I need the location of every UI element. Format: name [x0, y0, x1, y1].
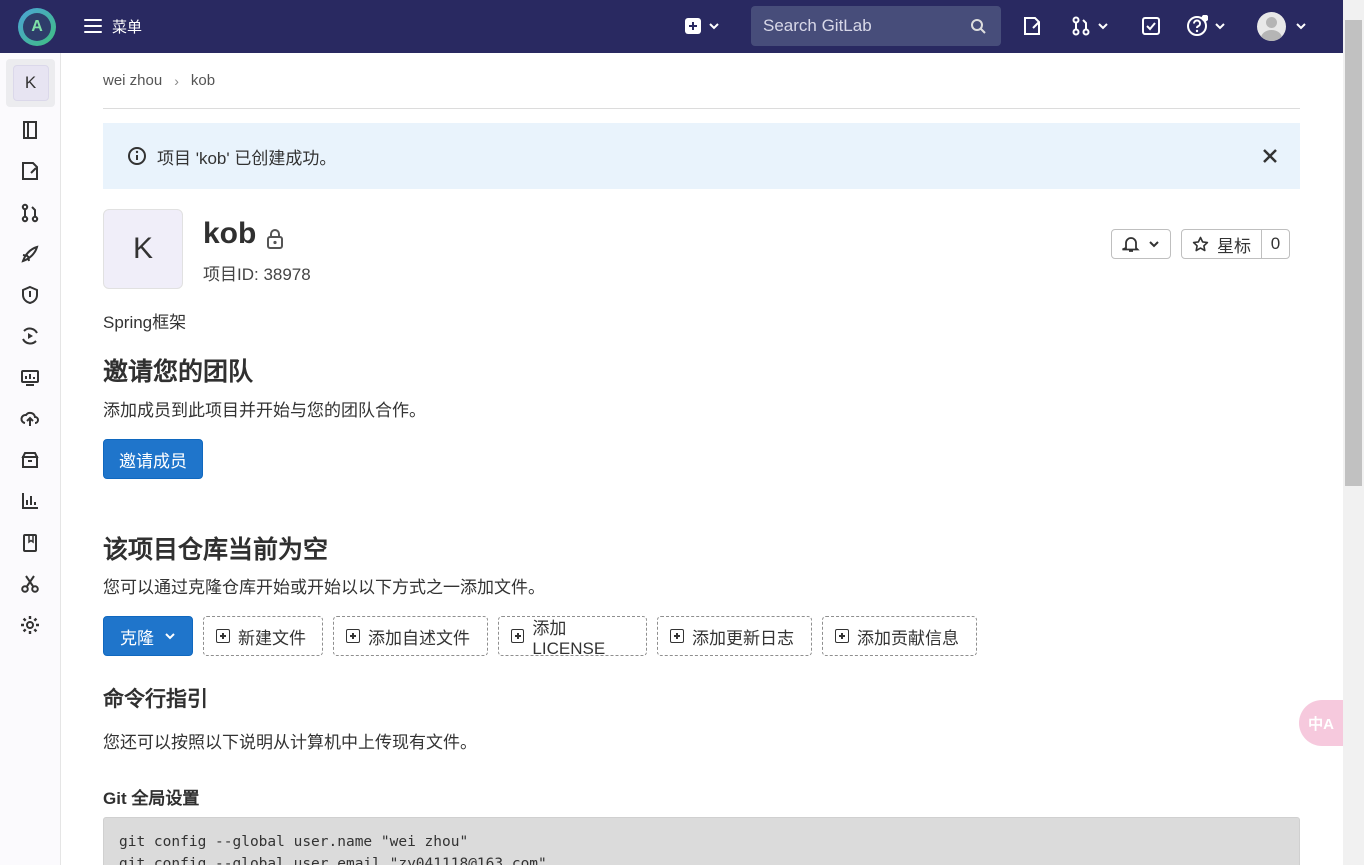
- git-config-code-block[interactable]: git config --global user.name "wei zhou"…: [103, 817, 1300, 865]
- plus-square-icon: [670, 629, 684, 643]
- success-alert: 项目 'kob' 已创建成功。: [103, 123, 1300, 189]
- project-sidebar: K: [0, 53, 61, 865]
- analytics-chart-icon[interactable]: [19, 490, 41, 512]
- invite-heading: 邀请您的团队: [103, 358, 254, 386]
- chevron-down-icon: [709, 23, 719, 30]
- help-dropdown[interactable]: [1186, 14, 1226, 38]
- plus-square-icon: [835, 629, 849, 643]
- add-changelog-button[interactable]: 添加更新日志: [657, 616, 812, 656]
- menu-button[interactable]: 菜单: [84, 13, 142, 39]
- notification-dropdown[interactable]: [1111, 229, 1171, 259]
- star-count[interactable]: 0: [1262, 230, 1289, 258]
- add-contributing-button[interactable]: 添加贡献信息: [822, 616, 977, 656]
- star-icon: [1192, 236, 1209, 251]
- new-file-button[interactable]: 新建文件: [203, 616, 323, 656]
- lock-icon: [267, 229, 283, 249]
- cli-heading: 命令行指引: [103, 688, 208, 711]
- merge-request-icon: [1072, 16, 1090, 36]
- breadcrumb-project-link[interactable]: kob: [191, 72, 215, 89]
- hamburger-icon: [84, 19, 102, 33]
- package-icon[interactable]: [19, 449, 41, 471]
- deployments-icon[interactable]: [19, 325, 41, 347]
- search-box[interactable]: [751, 6, 1001, 46]
- merge-request-icon[interactable]: [19, 202, 41, 224]
- cli-text: 您还可以按照以下说明从计算机中上传现有文件。: [103, 733, 477, 752]
- close-icon[interactable]: [1260, 146, 1280, 166]
- git-global-setup-heading: Git 全局设置: [103, 789, 200, 808]
- issues-icon: [1024, 17, 1040, 35]
- settings-gear-icon[interactable]: [19, 614, 41, 636]
- issues-icon[interactable]: [19, 160, 41, 182]
- wiki-book-icon[interactable]: [19, 532, 41, 554]
- sidebar-project-avatar[interactable]: K: [6, 59, 55, 107]
- star-label: 星标: [1217, 236, 1251, 256]
- menu-label: 菜单: [112, 18, 143, 36]
- snippets-scissors-icon[interactable]: [19, 573, 41, 595]
- search-icon: [971, 19, 986, 34]
- merge-requests-dropdown[interactable]: [1071, 14, 1109, 38]
- monitor-icon[interactable]: [19, 367, 41, 389]
- shield-icon[interactable]: [19, 284, 41, 306]
- divider: [103, 108, 1300, 109]
- chevron-down-icon: [1098, 23, 1108, 30]
- todo-check-icon: [1142, 17, 1160, 35]
- rocket-cicd-icon[interactable]: [19, 243, 41, 265]
- translate-icon[interactable]: 中A: [1299, 700, 1343, 746]
- todos-button[interactable]: [1141, 14, 1161, 38]
- bell-icon: [1122, 237, 1140, 252]
- plus-square-icon: [511, 629, 525, 643]
- plus-square-icon: [346, 629, 360, 643]
- add-readme-button[interactable]: 添加自述文件: [333, 616, 488, 656]
- top-navbar: A 菜单: [0, 0, 1343, 53]
- breadcrumb: wei zhou › kob: [103, 72, 215, 89]
- help-question-icon: [1187, 15, 1208, 36]
- user-avatar[interactable]: [1257, 12, 1286, 41]
- chevron-down-icon: [1215, 23, 1225, 30]
- chevron-down-icon[interactable]: [1295, 20, 1307, 32]
- add-license-button[interactable]: 添加LICENSE: [498, 616, 647, 658]
- invite-text: 添加成员到此项目并开始与您的团队合作。: [103, 401, 426, 420]
- search-input[interactable]: [763, 16, 963, 36]
- clone-label: 克隆: [120, 628, 154, 648]
- star-button[interactable]: 星标: [1182, 230, 1262, 258]
- project-id: 项目ID: 38978: [203, 265, 311, 284]
- repository-icon[interactable]: [19, 119, 41, 141]
- project-avatar: K: [103, 209, 183, 289]
- infrastructure-cloud-icon[interactable]: [19, 408, 41, 430]
- alert-message: 项目 'kob' 已创建成功。: [157, 148, 337, 168]
- chevron-down-icon: [1149, 241, 1159, 248]
- scrollbar-thumb[interactable]: [1345, 20, 1362, 486]
- gitlab-logo-icon[interactable]: A: [18, 8, 56, 46]
- issues-button[interactable]: [1022, 14, 1042, 38]
- plus-square-icon: [685, 18, 701, 34]
- page-scrollbar[interactable]: [1343, 0, 1364, 865]
- empty-repo-text: 您可以通过克隆仓库开始或开始以以下方式之一添加文件。: [103, 578, 545, 597]
- breadcrumb-separator: ›: [174, 72, 179, 89]
- project-title: kob: [203, 217, 257, 250]
- star-button-group: 星标 0: [1181, 229, 1290, 259]
- empty-repo-heading: 该项目仓库当前为空: [103, 536, 329, 564]
- clone-dropdown-button[interactable]: 克隆: [103, 616, 193, 656]
- chevron-down-icon: [165, 633, 175, 640]
- project-description: Spring框架: [103, 313, 187, 332]
- info-icon: [128, 147, 146, 165]
- plus-square-icon: [216, 629, 230, 643]
- invite-members-button[interactable]: 邀请成员: [103, 439, 203, 479]
- new-item-dropdown[interactable]: [684, 14, 720, 38]
- breadcrumb-owner-link[interactable]: wei zhou: [103, 72, 162, 89]
